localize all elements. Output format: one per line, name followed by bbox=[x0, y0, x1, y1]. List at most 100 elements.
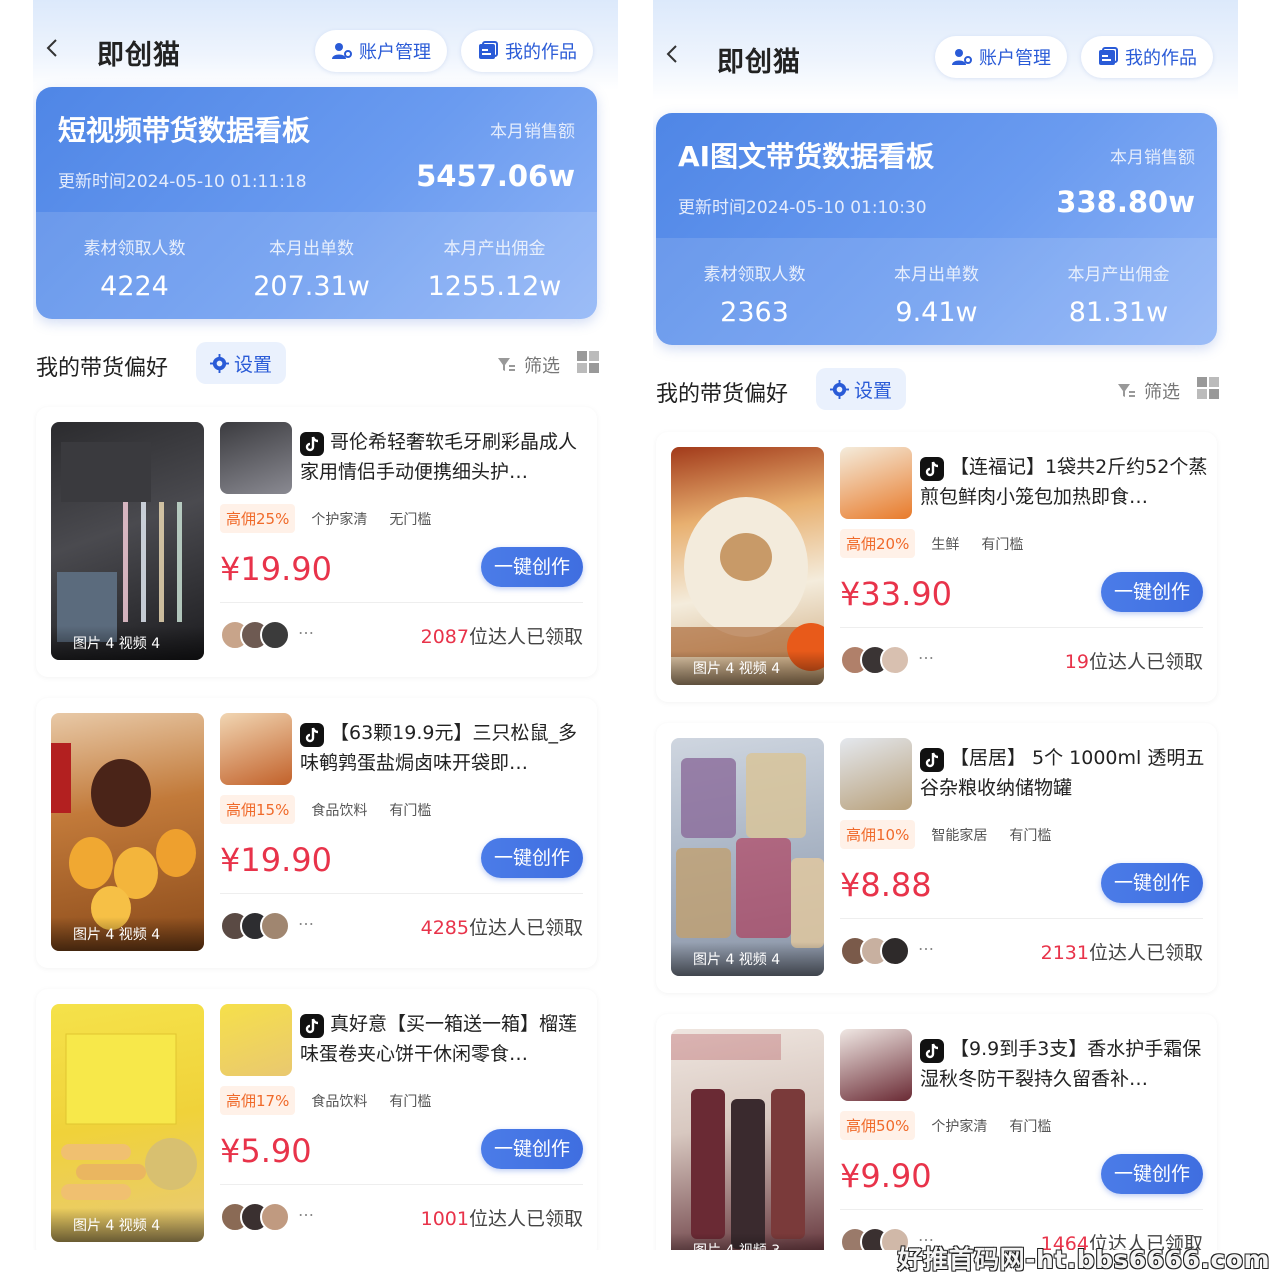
product-price: ¥9.90 bbox=[840, 1157, 932, 1195]
divider bbox=[840, 918, 1203, 919]
sales-dashboard: 短视频带货数据看板 更新时间2024-05-10 01:11:18 本月销售额 … bbox=[36, 87, 597, 319]
product-title: 【9.9到手3支】香水护手霜保湿秋冬防干裂持久留香补… bbox=[920, 1038, 1202, 1090]
account-management-button[interactable]: 账户管理 bbox=[935, 36, 1067, 78]
stat-monthly-commission: 本月产出佣金 81.31w bbox=[1025, 238, 1212, 328]
product-card[interactable]: 图片 4 视频 3 【9.9到手3支】香水护手霜保湿秋冬防干裂持久留香补… 高佣… bbox=[656, 1014, 1217, 1250]
claimed-number: 2087 bbox=[420, 626, 469, 648]
commission-tag: 高佣25% bbox=[220, 504, 296, 533]
one-click-create-button[interactable]: 一键创作 bbox=[481, 547, 583, 587]
account-icon bbox=[952, 49, 972, 65]
creator-avatars bbox=[840, 645, 912, 675]
right-screen: 即创猫 账户管理 我的作品 AI图文带货数据看板 更新时间2024-05-10 … bbox=[653, 0, 1238, 1250]
more-avatars: … bbox=[298, 619, 314, 638]
product-mini-image bbox=[840, 1029, 912, 1101]
product-card[interactable]: 图片 4 视频 4 【63颗19.9元】三只松鼠_多味鹌鹑蛋盐焗卤味开袋即… 高… bbox=[36, 698, 597, 968]
claimed-count: 2131位达人已领取 bbox=[1041, 938, 1203, 965]
product-mini-image bbox=[220, 713, 292, 785]
stat-value: 81.31w bbox=[1068, 297, 1169, 328]
stat-label: 本月出单数 bbox=[894, 265, 979, 285]
product-image: 图片 4 视频 4 bbox=[51, 1004, 204, 1242]
one-click-create-button[interactable]: 一键创作 bbox=[1101, 863, 1203, 903]
stat-monthly-commission: 本月产出佣金 1255.12w bbox=[401, 212, 588, 302]
quail-egg-illustration bbox=[51, 743, 196, 930]
divider bbox=[220, 1184, 583, 1185]
product-image: 图片 4 视频 4 bbox=[51, 422, 204, 660]
claimed-text: 位达人已领取 bbox=[1088, 942, 1203, 964]
stat-monthly-orders: 本月出单数 9.41w bbox=[843, 238, 1030, 328]
dashboard-title: 短视频带货数据看板 bbox=[58, 114, 311, 147]
product-price: ¥19.90 bbox=[220, 550, 332, 588]
stat-value: 4224 bbox=[100, 271, 169, 302]
settings-button[interactable]: 设置 bbox=[196, 342, 287, 384]
one-click-create-button[interactable]: 一键创作 bbox=[481, 838, 583, 878]
avatar bbox=[260, 620, 290, 650]
threshold-tag: 有门槛 bbox=[1009, 827, 1052, 844]
one-click-create-button[interactable]: 一键创作 bbox=[481, 1129, 583, 1169]
one-click-create-button[interactable]: 一键创作 bbox=[1101, 1154, 1203, 1194]
my-works-label: 我的作品 bbox=[1125, 48, 1197, 69]
category-tag: 生鲜 bbox=[931, 536, 960, 553]
media-count: 图片 4 视频 4 bbox=[51, 917, 204, 951]
claimed-count: 19位达人已领取 bbox=[1065, 647, 1203, 674]
claimed-count: 4285位达人已领取 bbox=[421, 913, 583, 940]
my-works-button[interactable]: 我的作品 bbox=[1081, 36, 1213, 78]
settings-button[interactable]: 设置 bbox=[816, 368, 907, 410]
category-tag: 智能家居 bbox=[931, 827, 988, 844]
stat-value: 207.31w bbox=[253, 271, 370, 302]
back-arrow-icon[interactable] bbox=[663, 44, 683, 64]
grid-view-icon[interactable] bbox=[1196, 376, 1220, 400]
account-management-button[interactable]: 账户管理 bbox=[315, 30, 447, 72]
back-arrow-icon[interactable] bbox=[43, 38, 63, 58]
one-click-create-button[interactable]: 一键创作 bbox=[1101, 572, 1203, 612]
tag-row: 高佣20% 生鲜 有门槛 bbox=[840, 529, 1029, 558]
threshold-tag: 有门槛 bbox=[1009, 1118, 1052, 1135]
monthly-sales-label: 本月销售额 bbox=[490, 122, 575, 142]
claimed-count: 2087位达人已领取 bbox=[421, 622, 583, 649]
top-bar: 即创猫 账户管理 我的作品 bbox=[653, 0, 1238, 100]
threshold-tag: 无门槛 bbox=[389, 511, 432, 528]
egg-roll-illustration bbox=[61, 1033, 197, 1200]
commission-tag: 高佣50% bbox=[840, 1111, 916, 1140]
claimed-number: 4285 bbox=[420, 917, 469, 939]
settings-gear-icon bbox=[830, 379, 849, 399]
product-card[interactable]: 图片 4 视频 4 真好意【买一箱送一箱】榴莲味蛋卷夹心饼干休闲零食… 高佣17… bbox=[36, 989, 597, 1250]
creator-avatars bbox=[840, 936, 912, 966]
creator-avatars bbox=[220, 620, 292, 650]
category-tag: 食品饮料 bbox=[311, 802, 368, 819]
threshold-tag: 有门槛 bbox=[981, 536, 1024, 553]
claimed-count: 1001位达人已领取 bbox=[421, 1204, 583, 1231]
product-mini-image bbox=[840, 738, 912, 810]
filter-button[interactable]: 筛选 bbox=[496, 352, 560, 378]
more-avatars: … bbox=[298, 1201, 314, 1220]
product-card[interactable]: 图片 4 视频 4 哥伦希轻奢软毛牙刷彩晶成人家用情侣手动便携细头护… 高佣25… bbox=[36, 407, 597, 677]
settings-label: 设置 bbox=[854, 379, 893, 402]
media-count: 图片 4 视频 4 bbox=[671, 651, 824, 685]
product-price: ¥8.88 bbox=[840, 866, 932, 904]
claimed-number: 2131 bbox=[1040, 942, 1089, 964]
tag-row: 高佣10% 智能家居 有门槛 bbox=[840, 820, 1057, 849]
grid-view-icon[interactable] bbox=[576, 350, 600, 374]
avatar bbox=[880, 936, 910, 966]
claimed-text: 位达人已领取 bbox=[1088, 651, 1203, 673]
account-management-label: 账户管理 bbox=[979, 48, 1051, 69]
product-title: 【连福记】1袋共2斤约52个蒸煎包鲜肉小笼包加热即食… bbox=[920, 456, 1208, 508]
preference-title: 我的带货偏好 bbox=[656, 382, 789, 407]
preference-bar: 我的带货偏好 设置 筛选 bbox=[33, 340, 618, 390]
product-card[interactable]: 图片 4 视频 4 【居居】 5个 1000ml 透明五谷杂粮收纳储物罐 高佣1… bbox=[656, 723, 1217, 993]
media-count: 图片 4 视频 4 bbox=[51, 626, 204, 660]
filter-icon bbox=[498, 358, 515, 371]
stat-label: 素材领取人数 bbox=[83, 239, 186, 259]
app-title: 即创猫 bbox=[97, 40, 181, 71]
filter-icon bbox=[1118, 384, 1135, 397]
stat-monthly-orders: 本月出单数 207.31w bbox=[218, 212, 405, 302]
stat-material-claimers: 素材领取人数 4224 bbox=[41, 212, 228, 302]
my-works-button[interactable]: 我的作品 bbox=[461, 30, 593, 72]
stat-label: 本月产出佣金 bbox=[1067, 265, 1170, 285]
claimed-number: 19 bbox=[1064, 651, 1089, 673]
filter-button[interactable]: 筛选 bbox=[1116, 378, 1180, 404]
product-card[interactable]: 图片 4 视频 4 【连福记】1袋共2斤约52个蒸煎包鲜肉小笼包加热即食… 高佣… bbox=[656, 432, 1217, 702]
account-management-label: 账户管理 bbox=[359, 42, 431, 63]
claimed-text: 位达人已领取 bbox=[468, 917, 583, 939]
product-title: 【居居】 5个 1000ml 透明五谷杂粮收纳储物罐 bbox=[920, 747, 1205, 799]
tag-row: 高佣25% 个护家清 无门槛 bbox=[220, 504, 437, 533]
